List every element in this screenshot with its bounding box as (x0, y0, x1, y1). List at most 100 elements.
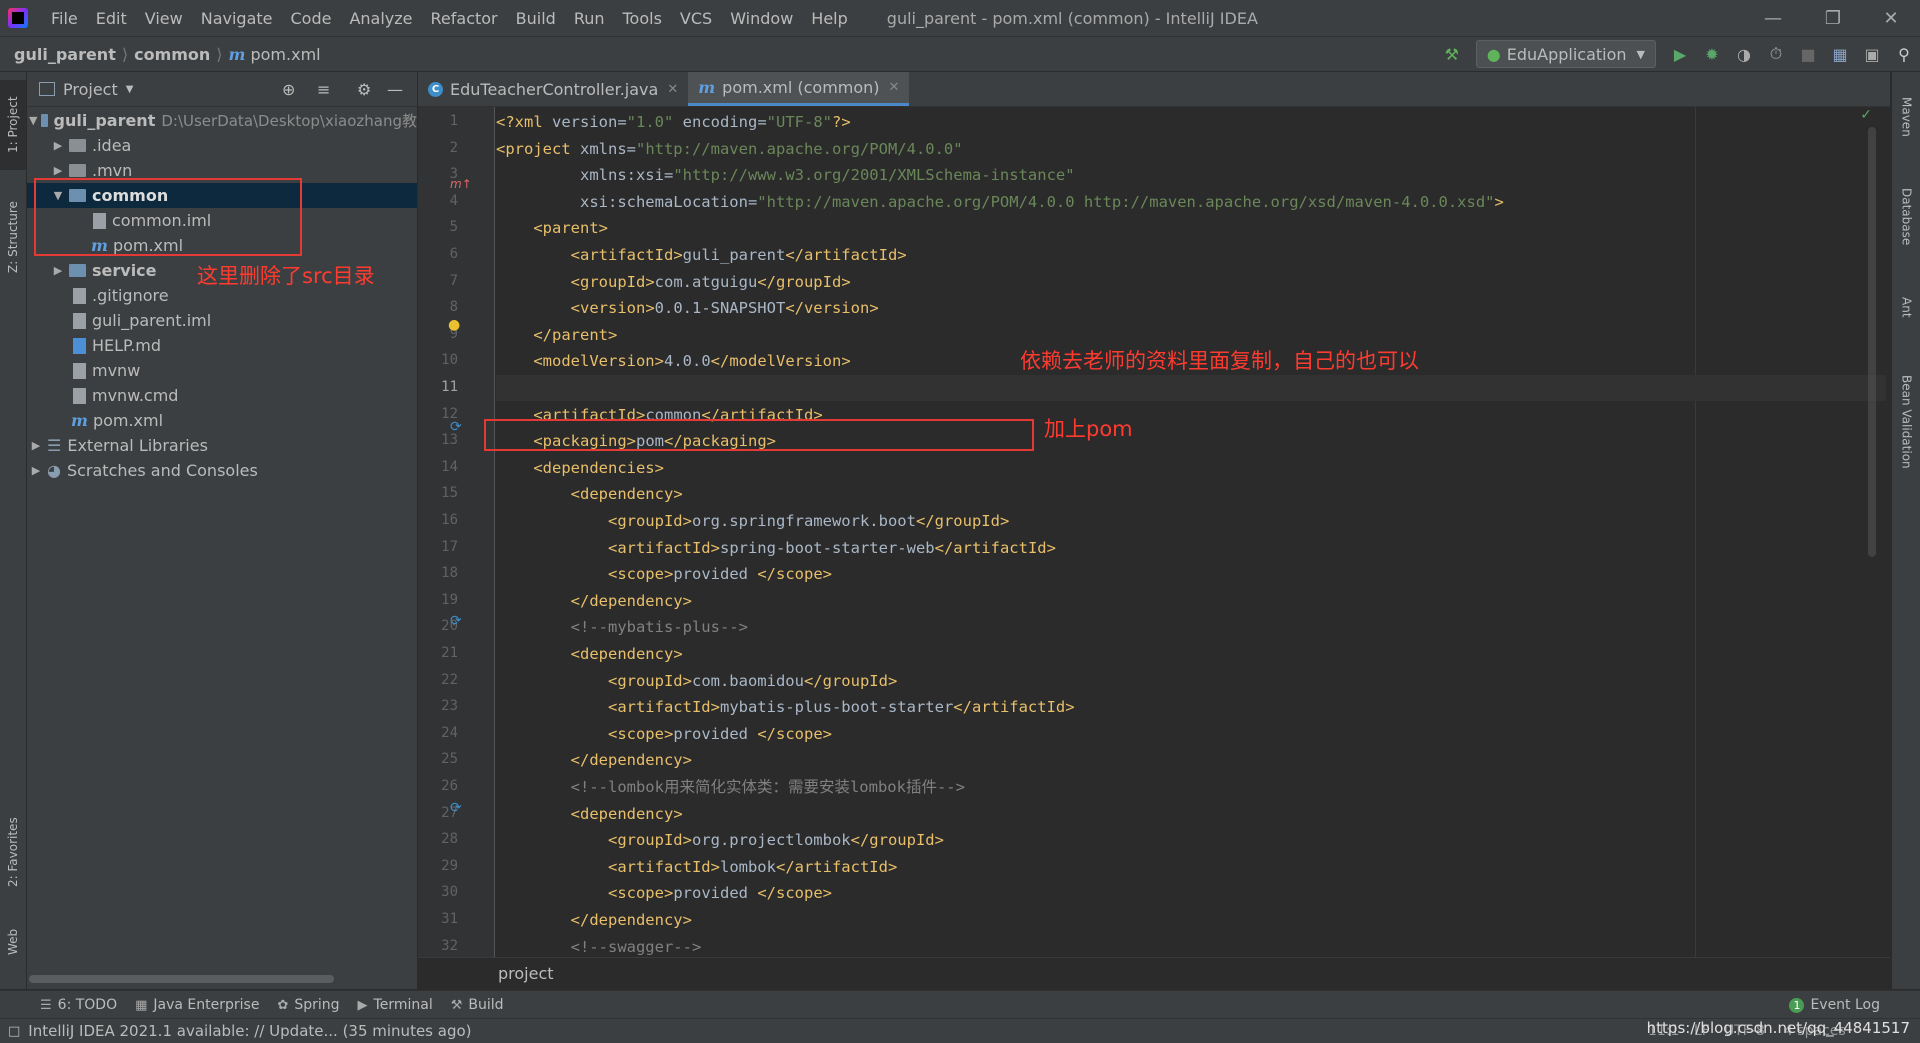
menu-help[interactable]: Help (802, 9, 856, 28)
code-line[interactable]: <groupId>com.baomidou</groupId> (496, 668, 897, 694)
code-line[interactable] (496, 375, 1886, 401)
code-line[interactable]: </parent> (496, 322, 617, 348)
code-line[interactable]: <project xmlns="http://maven.apache.org/… (496, 136, 963, 162)
status-toggle-icon[interactable]: □ (8, 1024, 20, 1039)
code-line[interactable]: <version>0.0.1-SNAPSHOT</version> (496, 295, 879, 321)
expand-arrow-icon[interactable]: ▶ (51, 264, 65, 277)
code-line[interactable]: xmlns:xsi="http://www.w3.org/2001/XMLSch… (496, 162, 1075, 188)
expand-arrow-icon[interactable]: ▶ (51, 139, 65, 152)
editor-gutter[interactable]: 1 2 3 4 5 6 7 8 9 10 11 12 13 14 15 16 17 18 19 20 21 22 23 24 2… (418, 107, 495, 957)
tool-tab-structure[interactable]: Z: Structure (0, 187, 26, 287)
tool-tab-database[interactable]: Database (1892, 167, 1920, 267)
profile-icon[interactable]: ⏱ (1763, 41, 1789, 67)
tree-item-root-pom[interactable]: m pom.xml (27, 408, 417, 433)
tool-java-enterprise[interactable]: ▦ Java Enterprise (135, 997, 259, 1013)
tool-tab-project[interactable]: 1: Project (0, 80, 26, 170)
code-line[interactable]: <artifactId>lombok</artifactId> (496, 854, 897, 880)
code-line[interactable]: <scope>provided </scope> (496, 561, 832, 587)
gear-icon[interactable]: ⚙ (357, 80, 371, 99)
tool-tab-web[interactable]: Web (0, 917, 26, 967)
breadcrumb-project[interactable]: project (498, 964, 554, 983)
expand-arrow-icon[interactable]: ▶ (29, 439, 43, 452)
code-line[interactable]: <groupId>org.projectlombok</groupId> (496, 827, 944, 853)
code-line[interactable]: <!--swagger--> (496, 934, 702, 957)
line-number[interactable]: 28 (418, 831, 458, 847)
line-number[interactable]: 4 (418, 193, 458, 209)
line-number[interactable]: 6 (418, 246, 458, 262)
menu-run[interactable]: Run (565, 9, 614, 28)
restore-icon[interactable]: ❐ (1804, 0, 1862, 36)
expand-arrow-icon[interactable]: ▶ (29, 464, 43, 477)
line-number[interactable]: 8 (418, 299, 458, 315)
tool-tab-maven[interactable]: Maven (1892, 82, 1920, 152)
tool-tab-favorites[interactable]: 2: Favorites (0, 807, 26, 897)
code-line[interactable]: <modelVersion>4.0.0</modelVersion> (496, 348, 850, 374)
code-line[interactable]: <dependency> (496, 801, 683, 827)
horizontal-scrollbar[interactable] (29, 975, 334, 983)
line-number[interactable]: 11 (418, 379, 458, 395)
spring-dependency-icon[interactable]: ⟳ (450, 800, 462, 816)
code-line[interactable]: <artifactId>guli_parent</artifactId> (496, 242, 907, 268)
line-number[interactable]: 16 (418, 512, 458, 528)
tree-item-external-libraries[interactable]: ▶ ☰ External Libraries (27, 433, 417, 458)
code-line[interactable]: <!--lombok用来简化实体类：需要安装lombok插件--> (496, 774, 965, 800)
line-number[interactable]: 14 (418, 459, 458, 475)
tool-todo[interactable]: ☰ 6: TODO (40, 997, 117, 1013)
line-number[interactable]: 2 (418, 140, 458, 156)
tool-event-log[interactable]: 1 Event Log (1789, 997, 1880, 1013)
code-line[interactable]: <!--mybatis-plus--> (496, 614, 748, 640)
code-line[interactable]: <dependency> (496, 481, 683, 507)
lightbulb-icon[interactable]: ● (448, 317, 460, 333)
minimize-icon[interactable]: — (1744, 0, 1802, 36)
line-number[interactable]: 25 (418, 751, 458, 767)
line-number[interactable]: 24 (418, 725, 458, 741)
menu-file[interactable]: File (42, 9, 87, 28)
menu-window[interactable]: Window (721, 9, 802, 28)
locate-icon[interactable]: ⊕ (282, 80, 295, 99)
close-tab-icon[interactable]: ✕ (667, 82, 678, 97)
tree-item-scratches[interactable]: ▶ ◕ Scratches and Consoles (27, 458, 417, 483)
build-hammer-icon[interactable]: ⚒ (1439, 41, 1465, 67)
line-number[interactable]: 30 (418, 884, 458, 900)
line-number[interactable]: 1 (418, 113, 458, 129)
tree-item-mvnw[interactable]: mvnw (27, 358, 417, 383)
code-line[interactable]: <?xml version="1.0" encoding="UTF-8"?> (496, 109, 851, 135)
inspection-ok-icon[interactable]: ✓ (1860, 107, 1872, 123)
code-line[interactable]: <artifactId>spring-boot-starter-web</art… (496, 535, 1056, 561)
code-line[interactable]: <artifactId>mybatis-plus-boot-starter</a… (496, 694, 1075, 720)
line-number[interactable]: 10 (418, 352, 458, 368)
menu-vcs[interactable]: VCS (671, 9, 721, 28)
status-message[interactable]: IntelliJ IDEA 2021.1 available: // Updat… (28, 1022, 471, 1040)
collapse-all-icon[interactable]: ≡ (317, 80, 330, 99)
code-line[interactable]: <parent> (496, 215, 608, 241)
line-number[interactable]: 21 (418, 645, 458, 661)
tool-tab-ant[interactable]: Ant (1892, 277, 1920, 337)
stop-icon[interactable]: ■ (1795, 41, 1821, 67)
close-window-icon[interactable]: ✕ (1862, 0, 1920, 36)
menu-code[interactable]: Code (282, 9, 341, 28)
menu-analyze[interactable]: Analyze (340, 9, 421, 28)
line-number[interactable]: 22 (418, 672, 458, 688)
expand-arrow-icon[interactable]: ▼ (29, 114, 37, 127)
code-line[interactable]: </dependency> (496, 747, 692, 773)
spring-dependency-icon[interactable]: ⟳ (450, 419, 462, 435)
tool-tab-bean-validation[interactable]: Bean Validation (1892, 347, 1920, 497)
tool-spring[interactable]: ✿ Spring (277, 997, 339, 1013)
expand-arrow-icon[interactable]: ▶ (51, 164, 65, 177)
line-number[interactable]: 15 (418, 485, 458, 501)
code-line[interactable]: <scope>provided </scope> (496, 721, 832, 747)
tool-build[interactable]: ⚒ Build (451, 997, 504, 1013)
line-number[interactable]: 7 (418, 273, 458, 289)
code-line[interactable]: <groupId>org.springframework.boot</group… (496, 508, 1009, 534)
window-layout-icon[interactable]: ▣ (1859, 41, 1885, 67)
tree-item-help-md[interactable]: HELP.md (27, 333, 417, 358)
breadcrumb-file[interactable]: pom.xml (250, 45, 320, 64)
menu-edit[interactable]: Edit (87, 9, 136, 28)
close-tab-icon[interactable]: ✕ (889, 80, 900, 95)
search-icon[interactable]: ⚲ (1891, 41, 1917, 67)
line-number[interactable]: 18 (418, 565, 458, 581)
vertical-scrollbar[interactable] (1868, 127, 1876, 557)
coverage-icon[interactable]: ◑ (1731, 41, 1757, 67)
menu-tools[interactable]: Tools (614, 9, 671, 28)
code-line[interactable]: <dependency> (496, 641, 683, 667)
